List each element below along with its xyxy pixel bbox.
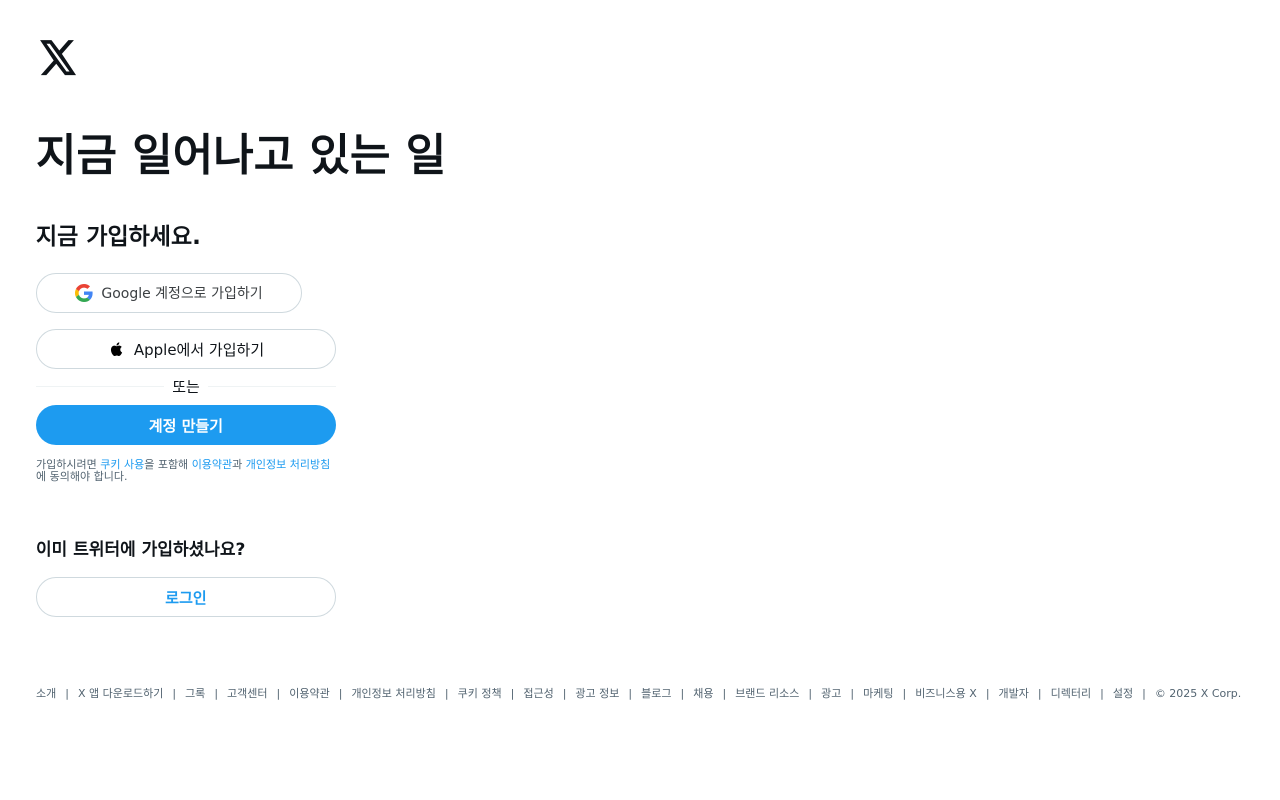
or-divider: 또는 <box>36 376 337 396</box>
divider-label: 또는 <box>172 377 200 396</box>
privacy-policy-link[interactable]: 개인정보 처리방침 <box>246 458 330 471</box>
footer-link[interactable]: 비즈니스용 X <box>915 686 977 702</box>
footer-separator: | <box>276 687 281 700</box>
footer-link[interactable]: 이용약관 <box>289 686 329 702</box>
footer-separator: | <box>985 687 990 700</box>
footer-link[interactable]: 광고 정보 <box>575 686 619 702</box>
already-member-title: 이미 트위터에 가입하셨나요? <box>36 540 246 560</box>
google-icon <box>75 284 93 302</box>
footer-separator: | <box>214 687 219 700</box>
footer-link[interactable]: 채용 <box>693 686 713 702</box>
legal-notice: 가입하시려면 쿠키 사용을 포함해 이용약관과 개인정보 처리방침에 동의해야 … <box>36 459 336 483</box>
footer-separator: | <box>338 687 343 700</box>
footer-link[interactable]: 마케팅 <box>863 686 893 702</box>
footer-link[interactable]: 접근성 <box>523 686 553 702</box>
signup-page: 지금 일어나고 있는 일 지금 가입하세요. Google 계정으로 가입하기 … <box>0 0 1280 800</box>
footer-link[interactable]: 광고 <box>821 686 841 702</box>
apple-signup-button[interactable]: Apple에서 가입하기 <box>36 329 336 369</box>
footer-separator: | <box>510 687 515 700</box>
footer-link[interactable]: 디렉터리 <box>1051 686 1091 702</box>
legal-text-mid1: 을 포함해 <box>144 458 192 471</box>
footer-link[interactable]: 고객센터 <box>227 686 267 702</box>
divider-line-right <box>207 385 337 387</box>
footer-separator: | <box>722 687 727 700</box>
footer-separator: | <box>1037 687 1042 700</box>
google-signup-label: Google 계정으로 가입하기 <box>101 286 263 302</box>
legal-text-mid2: 과 <box>232 458 246 471</box>
footer-separator: | <box>444 687 449 700</box>
footer-separator: | <box>65 687 69 700</box>
create-account-button[interactable]: 계정 만들기 <box>36 405 336 445</box>
footer-link[interactable]: X 앱 다운로드하기 <box>78 686 163 702</box>
apple-icon <box>108 340 126 358</box>
footer-separator: | <box>172 687 177 700</box>
footer-separator: | <box>680 687 685 700</box>
google-signup-button[interactable]: Google 계정으로 가입하기 <box>36 273 302 313</box>
footer-separator: | <box>628 687 633 700</box>
footer-separator: | <box>562 687 567 700</box>
footer-separator: | <box>902 687 907 700</box>
footer-link[interactable]: 블로그 <box>641 686 671 702</box>
apple-signup-label: Apple에서 가입하기 <box>133 340 265 359</box>
footer-links: 소개 | X 앱 다운로드하기 | 그록 | 고객센터 | 이용약관 | 개인정보 처리방침 | 쿠키 … <box>36 686 1246 702</box>
page-headline: 지금 일어나고 있는 일 <box>36 130 447 181</box>
terms-link[interactable]: 이용약관 <box>192 458 232 471</box>
footer-separator: | <box>1142 687 1146 700</box>
x-logo-icon <box>38 40 78 77</box>
footer-separator: | <box>1100 687 1104 700</box>
login-button[interactable]: 로그인 <box>36 577 336 617</box>
footer-link[interactable]: 개인정보 처리방침 <box>351 686 435 702</box>
footer-separator: | <box>808 687 813 700</box>
footer-separator: | <box>850 687 855 700</box>
footer-link[interactable]: 그록 <box>185 686 205 702</box>
footer-link[interactable]: 설정 <box>1113 686 1133 702</box>
footer-link[interactable]: 소개 <box>36 686 56 702</box>
divider-line-left <box>36 385 165 387</box>
signup-subhead: 지금 가입하세요. <box>36 224 201 250</box>
footer-link[interactable]: 브랜드 리소스 <box>735 686 799 702</box>
footer-link[interactable]: 개발자 <box>999 686 1029 702</box>
footer-copyright: © 2025 X Corp. <box>1154 687 1242 700</box>
legal-text-suffix: 에 동의해야 합니다. <box>36 470 128 483</box>
footer-link[interactable]: 쿠키 정책 <box>458 686 502 702</box>
